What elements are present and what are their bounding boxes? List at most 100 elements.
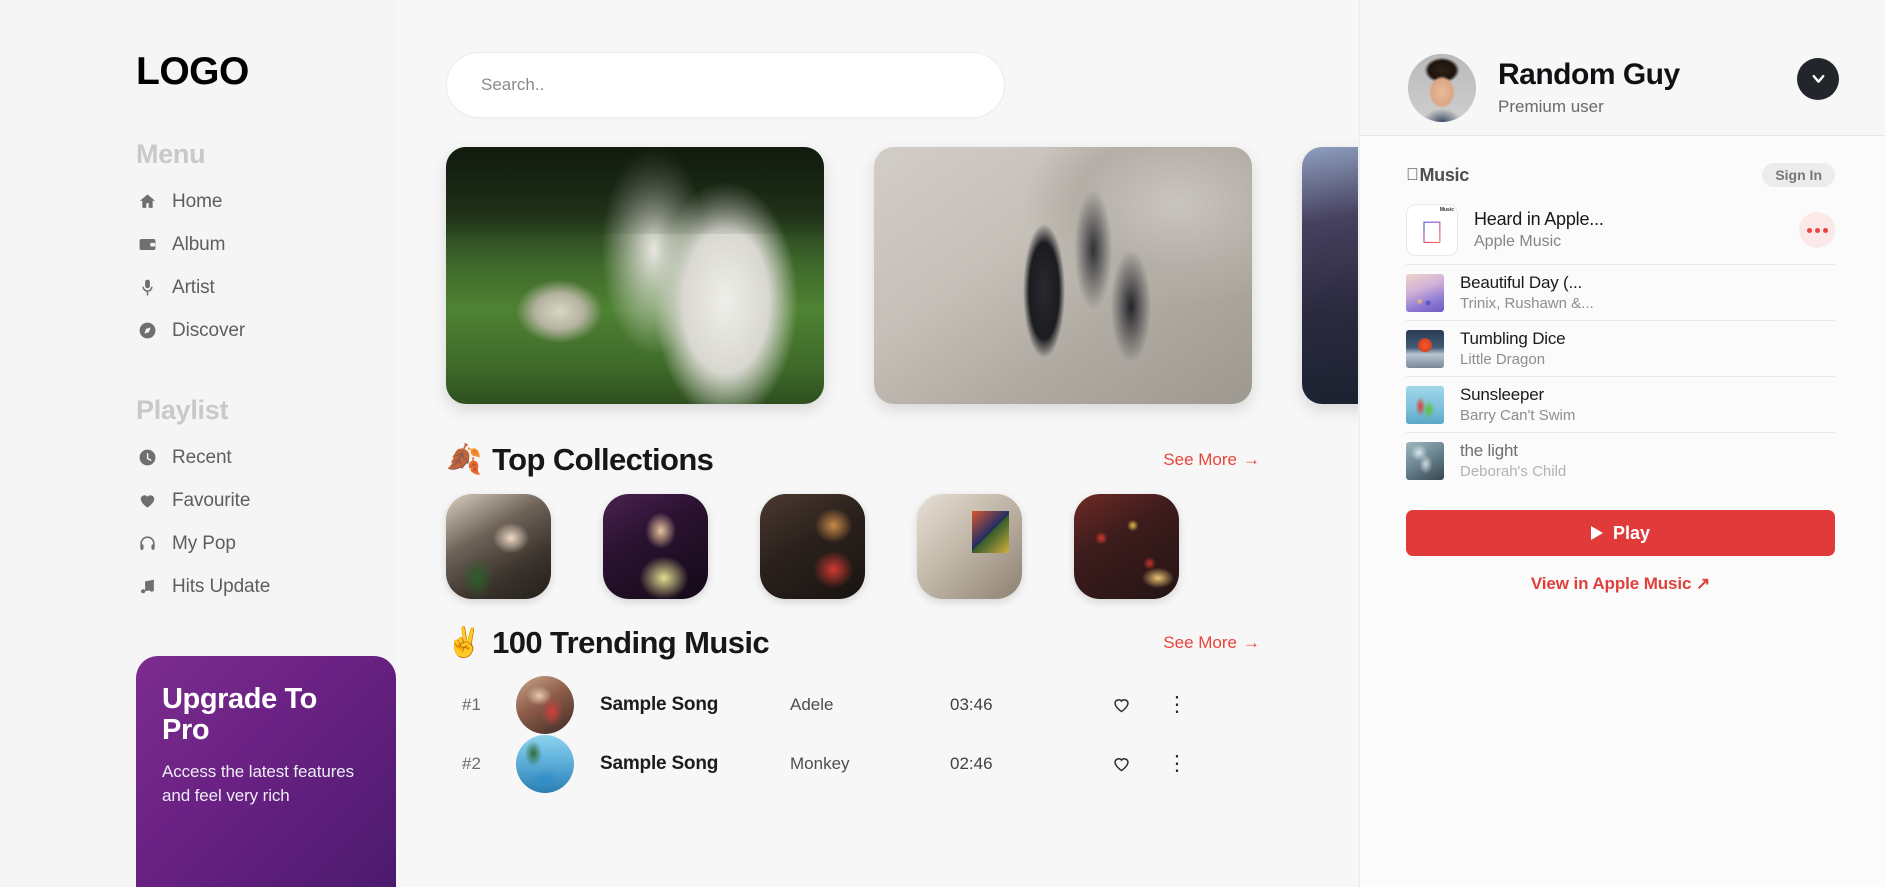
collection-food[interactable] [1074, 494, 1179, 599]
list-item[interactable]: Tumbling Dice Little Dragon [1406, 320, 1835, 376]
menu-section-title: Menu [136, 139, 206, 169]
headphones-icon [136, 533, 158, 555]
track-artwork [1406, 273, 1444, 312]
list-item[interactable]: the light Deborah's Child [1406, 432, 1835, 488]
sidebar-item-label: Recent [172, 446, 232, 468]
collection-friends[interactable] [760, 494, 865, 599]
playlist-section-title: Playlist [136, 395, 229, 425]
track-artwork [1406, 441, 1444, 480]
user-profile-header: Random Guy Premium user [1360, 0, 1885, 136]
track-more-options-icon[interactable]: ⋮ [1152, 692, 1202, 717]
collection-cafe[interactable] [446, 494, 551, 599]
collections-see-more-link[interactable]: See More → [1163, 450, 1260, 470]
home-icon [136, 191, 158, 213]
favourite-heart-icon[interactable] [1090, 694, 1152, 715]
avatar[interactable] [1408, 53, 1476, 122]
play-button[interactable]: Play [1406, 510, 1835, 556]
football-banner[interactable] [446, 147, 824, 404]
upgrade-title: Upgrade To Pro [162, 683, 317, 747]
track-artwork [516, 675, 574, 734]
upgrade-description: Access the latest features and feel very… [162, 762, 355, 806]
play-icon [1590, 526, 1603, 540]
track-artwork [1406, 329, 1444, 368]
apple-icon:  [1406, 165, 1419, 185]
app-root: LOGO Menu Home Album Artist Discover Pla… [0, 0, 1885, 887]
table-row[interactable]: #1 Sample Song Adele 03:46 ⋮ [446, 675, 1358, 734]
album-icon [136, 234, 158, 256]
track-artist: Deborah's Child [1460, 463, 1567, 480]
track-artist: Monkey [790, 753, 850, 773]
trending-music-header: ✌️ 100 Trending Music See More → [446, 625, 1358, 661]
sidebar-item-album[interactable]: Album [136, 223, 396, 266]
sidebar-item-label: Favourite [172, 489, 251, 511]
sidebar-item-my-pop[interactable]: My Pop [136, 522, 396, 565]
upgrade-to-pro-card[interactable]: Upgrade To Pro Access the latest feature… [136, 656, 396, 887]
list-item[interactable]: Beautiful Day (... Trinix, Rushawn &... [1406, 264, 1835, 320]
clock-icon [136, 447, 158, 469]
sidebar-item-artist[interactable]: Artist [136, 266, 396, 309]
app-logo[interactable]: LOGO [136, 52, 396, 91]
table-row[interactable]: #2 Sample Song Monkey 02:46 ⋮ [446, 734, 1358, 793]
banner-carousel[interactable] [446, 147, 1358, 416]
skatepark-banner[interactable] [874, 147, 1252, 404]
sidebar-item-recent[interactable]: Recent [136, 436, 396, 479]
sidebar-item-hits-update[interactable]: Hits Update [136, 565, 396, 608]
graffiti-banner[interactable] [1302, 147, 1358, 404]
track-artwork [1406, 385, 1444, 424]
playlist-group: Playlist Recent Favourite My Pop Hits Up… [136, 395, 396, 608]
featured-subtitle: Apple Music [1474, 233, 1562, 250]
apple-music-header: Music Sign In [1406, 160, 1835, 190]
user-name: Random Guy [1498, 58, 1680, 91]
search-input[interactable] [481, 75, 970, 95]
right-panel: Random Guy Premium user Music Sign In M… [1358, 0, 1885, 887]
sidebar-item-favourite[interactable]: Favourite [136, 479, 396, 522]
sidebar-item-label: Discover [172, 319, 246, 341]
track-artist: Barry Can't Swim [1460, 407, 1576, 424]
sign-in-button[interactable]: Sign In [1762, 163, 1835, 187]
trending-list: #1 Sample Song Adele 03:46 ⋮ #2 Sample S… [446, 675, 1358, 793]
track-title: Sunsleeper [1460, 385, 1545, 404]
top-collections-header: 🍂 Top Collections See More → [446, 442, 1358, 478]
see-more-label: See More [1163, 450, 1237, 469]
leaf-icon: 🍂 [446, 443, 483, 476]
apple-music-label: Music [1407, 164, 1469, 185]
main-content: 🍂 Top Collections See More → ✌️ 100 Tren… [396, 0, 1358, 887]
track-title: Beautiful Day (... [1460, 273, 1583, 292]
search-bar[interactable] [446, 52, 1005, 118]
arrow-right-icon: → [1243, 450, 1260, 469]
trending-see-more-link[interactable]: See More → [1163, 633, 1260, 653]
track-artist: Trinix, Rushawn &... [1460, 295, 1594, 312]
user-subtitle: Premium user [1498, 97, 1604, 116]
apple-music-widget: Music Sign In Music  Heard in Apple...… [1360, 136, 1885, 594]
chevron-down-icon[interactable] [1797, 57, 1839, 100]
featured-playlist-row[interactable]: Music  Heard in Apple... Apple Music [1406, 204, 1835, 264]
more-options-icon[interactable] [1799, 212, 1835, 248]
sidebar-item-home[interactable]: Home [136, 180, 396, 223]
track-rank: #1 [462, 694, 481, 714]
list-item[interactable]: Sunsleeper Barry Can't Swim [1406, 376, 1835, 432]
see-more-label: See More [1163, 633, 1237, 652]
apple-logo-icon:  [1420, 217, 1443, 248]
sidebar-item-discover[interactable]: Discover [136, 309, 396, 352]
arrow-right-icon: → [1243, 633, 1260, 652]
collection-party[interactable] [603, 494, 708, 599]
favourite-heart-icon[interactable] [1090, 753, 1152, 774]
view-in-apple-music-link[interactable]: View in Apple Music ↗ [1406, 574, 1835, 594]
track-title: the light [1460, 441, 1518, 460]
track-artist: Little Dragon [1460, 351, 1546, 368]
track-more-options-icon[interactable]: ⋮ [1152, 751, 1202, 776]
heart-icon [136, 490, 158, 512]
collections-row [446, 494, 1358, 599]
apple-music-artwork: Music  [1406, 204, 1458, 256]
trending-music-title: 100 Trending Music [492, 625, 769, 660]
track-title: Sample Song [600, 752, 719, 774]
track-rank: #2 [462, 753, 481, 773]
track-artwork [516, 734, 574, 793]
sidebar-item-label: My Pop [172, 532, 236, 554]
menu-group: Menu Home Album Artist Discover [136, 139, 396, 352]
sidebar-item-label: Album [172, 233, 226, 255]
track-duration: 03:46 [950, 694, 993, 714]
sidebar: LOGO Menu Home Album Artist Discover Pla… [0, 0, 396, 887]
collection-interior[interactable] [917, 494, 1022, 599]
play-label: Play [1612, 522, 1651, 543]
